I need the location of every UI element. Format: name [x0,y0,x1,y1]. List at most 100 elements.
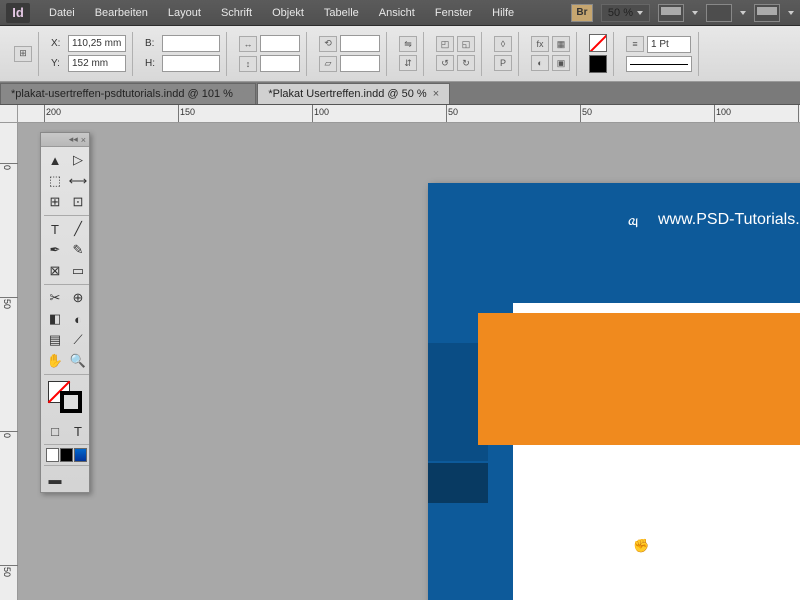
note-tool[interactable]: ▤ [44,330,66,350]
chevron-down-icon[interactable] [788,11,794,15]
flip-v-icon[interactable]: ⇵ [399,55,417,71]
menu-objekt[interactable]: Objekt [263,3,313,23]
document-tab[interactable]: *plakat-usertreffen-psdtutorials.indd @ … [0,83,256,104]
direct-selection-tool[interactable]: ▷ [67,150,89,170]
screen-mode-icon[interactable] [658,4,684,22]
opacity-icon[interactable]: ◐ [531,55,549,71]
horizontal-ruler[interactable]: 2001501005050100150 [18,105,800,123]
drop-shadow-icon[interactable]: ▦ [552,36,570,52]
type-tool[interactable]: T [44,219,66,239]
flip-h-icon[interactable]: ⇋ [399,36,417,52]
tab-label: *plakat-usertreffen-psdtutorials.indd @ … [11,88,233,100]
close-icon[interactable]: × [433,88,439,100]
select-content-icon[interactable]: ◱ [457,36,475,52]
effects-icon[interactable]: fx [531,36,549,52]
y-label: Y: [51,58,65,69]
menu-bearbeiten[interactable]: Bearbeiten [86,3,157,23]
gradient-swatch-tool[interactable]: ◧ [44,309,66,329]
gap-tool[interactable]: ⟷ [67,171,89,191]
apply-gradient-swatch[interactable] [74,448,87,462]
pen-tool[interactable]: ✒ [44,240,66,260]
shear-input[interactable] [340,55,380,72]
select-container-icon[interactable]: ◰ [436,36,454,52]
fancy-corners-icon[interactable]: ◊ [494,36,512,52]
stroke-weight-icon: ≡ [626,36,644,52]
menu-fenster[interactable]: Fenster [426,3,481,23]
zoom-value: 50 % [608,7,633,19]
content-collector-tool[interactable]: ⊞ [44,192,66,212]
butterfly-icon: ᤓ [628,211,638,232]
chevron-down-icon[interactable] [740,11,746,15]
stroke-swatch[interactable] [589,55,607,73]
text-run-icon[interactable]: P [494,55,512,71]
object-styles-icon[interactable]: ▣ [552,55,570,71]
close-icon[interactable]: × [81,135,86,145]
menu-hilfe[interactable]: Hilfe [483,3,523,23]
stroke-weight-input[interactable] [647,36,691,53]
apply-color-swatch[interactable] [60,448,73,462]
document-tab[interactable]: *Plakat Usertreffen.indd @ 50 % × [257,83,450,104]
free-transform-tool[interactable]: ⊕ [67,288,89,308]
tools-panel: ◂◂ × ▲ ▷ ⬚ ⟷ ⊞ ⊡ T ╱ ✒ ✎ ⊠ ▭ ✂ ⊕ ◧ ◐ ▤ ⟋… [40,132,90,493]
menubar: Id Datei Bearbeiten Layout Schrift Objek… [0,0,800,26]
control-panel: ⊞ X: Y: B: H: ↔ ↕ ⟲ ▱ ⇋ ⇵ ◰◱ ↺↻ [0,26,800,82]
page-url-text: www.PSD-Tutorials.de [658,211,800,229]
orange-rectangle [478,313,800,445]
scale-x-icon[interactable]: ↔ [239,36,257,52]
page-tool[interactable]: ⬚ [44,171,66,191]
document-tabbar: *plakat-usertreffen-psdtutorials.indd @ … [0,82,800,105]
selection-tool[interactable]: ▲ [44,150,66,170]
pencil-tool[interactable]: ✎ [67,240,89,260]
tools-panel-header[interactable]: ◂◂ × [41,133,89,147]
arrange-documents-icon[interactable] [706,4,732,22]
view-options-icon[interactable] [754,4,780,22]
zoom-level-dropdown[interactable]: 50 % [601,4,650,22]
rotate-icon[interactable]: ⟲ [319,36,337,52]
formatting-container-icon[interactable]: □ [44,421,66,441]
reference-point-icon[interactable]: ⊞ [14,46,32,62]
close-icon[interactable]: × [239,88,245,100]
scale-x-input[interactable] [260,35,300,52]
vertical-ruler[interactable]: 050050 [0,105,18,600]
fill-stroke-proxy[interactable] [46,381,87,417]
apply-none-swatch[interactable] [46,448,59,462]
menu-schrift[interactable]: Schrift [212,3,261,23]
stroke-proxy-icon[interactable] [60,391,82,413]
ruler-origin[interactable] [0,105,18,123]
y-input[interactable] [68,55,126,72]
menu-ansicht[interactable]: Ansicht [370,3,424,23]
menu-layout[interactable]: Layout [159,3,210,23]
height-input[interactable] [162,55,220,72]
scale-y-icon[interactable]: ↕ [239,56,257,72]
menu-tabelle[interactable]: Tabelle [315,3,368,23]
rotate-90cw-icon[interactable]: ↻ [457,55,475,71]
shear-icon[interactable]: ▱ [319,56,337,72]
width-label: B: [145,38,159,49]
gradient-feather-tool[interactable]: ◐ [67,309,89,329]
scale-y-input[interactable] [260,55,300,72]
view-mode-icon[interactable]: ▬ [44,469,66,489]
content-placer-tool[interactable]: ⊡ [67,192,89,212]
document-canvas[interactable]: ᤓ www.PSD-Tutorials.de ✊ [18,123,800,600]
page: ᤓ www.PSD-Tutorials.de ✊ [428,183,800,600]
fill-swatch[interactable] [589,34,607,52]
rectangle-frame-tool[interactable]: ⊠ [44,261,66,281]
menu-datei[interactable]: Datei [40,3,84,23]
line-tool[interactable]: ╱ [67,219,89,239]
hand-tool[interactable]: ✋ [44,351,66,371]
eyedropper-tool[interactable]: ⟋ [67,330,89,350]
chevron-down-icon[interactable] [692,11,698,15]
zoom-tool[interactable]: 🔍 [67,351,89,371]
rotate-input[interactable] [340,35,380,52]
formatting-text-icon[interactable]: T [67,421,89,441]
dark-blue-rectangle [428,463,488,503]
stroke-style-dropdown[interactable] [626,56,692,72]
collapse-icon[interactable]: ◂◂ [69,134,78,145]
rectangle-tool[interactable]: ▭ [67,261,89,281]
x-input[interactable] [68,35,126,52]
height-label: H: [145,58,159,69]
rotate-90ccw-icon[interactable]: ↺ [436,55,454,71]
bridge-icon[interactable]: Br [571,4,593,22]
scissors-tool[interactable]: ✂ [44,288,66,308]
width-input[interactable] [162,35,220,52]
